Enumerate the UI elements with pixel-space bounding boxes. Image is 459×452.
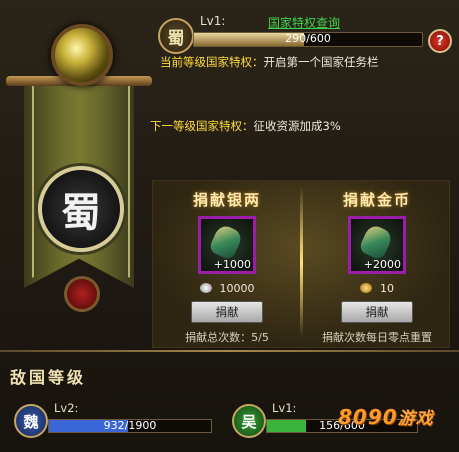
next-privilege-text: 征收资源加成3% — [253, 119, 341, 133]
gold-reward-qty: +2000 — [363, 258, 401, 271]
donate-gold-button[interactable]: 捐献 — [341, 301, 413, 323]
silver-coin-icon — [199, 283, 212, 293]
gold-cost-value: 10 — [380, 281, 394, 295]
donate-gold-section: 捐献金币 +2000 10 捐献 捐献次数每日零点重置 — [303, 181, 451, 345]
donate-gold-title: 捐献金币 — [342, 191, 411, 209]
help-button[interactable]: ? — [428, 29, 452, 53]
enemy-level-wei: Lv2: — [54, 401, 79, 415]
enemy-level-wu: Lv1: — [272, 401, 297, 415]
silver-donate-count: 捐献总次数：5/5 — [185, 331, 269, 344]
current-privilege-label: 当前等级国家特权： — [160, 55, 264, 69]
silver-cost-value: 10000 — [219, 281, 255, 295]
reward-gem-icon — [357, 222, 395, 262]
current-privilege-text: 开启第一个国家任务栏 — [263, 55, 379, 69]
nation-exp-bar: 290/600 — [193, 32, 423, 47]
current-privilege: 当前等级国家特权：开启第一个国家任务栏 — [160, 54, 379, 70]
enemy-level-title: 敌国等级 — [10, 368, 87, 387]
donate-silver-button[interactable]: 捐献 — [191, 301, 263, 323]
nation-badge: 蜀 — [158, 18, 194, 54]
silver-reward-qty: +1000 — [213, 258, 251, 271]
donation-panel: 捐献银两 +1000 10000 捐献 捐献总次数：5/5 捐献金币 +2000… — [152, 180, 450, 348]
reward-gem-icon — [207, 222, 245, 262]
silver-reward-item[interactable]: +1000 — [198, 216, 256, 274]
enemy-badge-wu: 吴 — [232, 404, 266, 438]
section-divider — [0, 350, 459, 352]
next-privilege-label: 下一等级国家特权： — [150, 119, 254, 133]
privilege-query-link[interactable]: 国家特权查询 — [268, 14, 340, 31]
enemy-badge-wei: 魏 — [14, 404, 48, 438]
gold-coin-icon — [360, 283, 372, 293]
nation-level: Lv1: — [200, 14, 226, 28]
nation-exp-text: 290/600 — [285, 32, 331, 45]
gold-cost: 10 — [303, 280, 451, 296]
nation-panel: 蜀 蜀 Lv1: 国家特权查询 290/600 ? 当前等级国家特权：开启第一个… — [0, 0, 459, 452]
gold-donate-note: 捐献次数每日零点重置 — [322, 331, 432, 344]
banner-jewel — [64, 276, 100, 312]
donate-silver-title: 捐献银两 — [192, 191, 261, 209]
watermark-cn: 游戏 — [397, 409, 434, 429]
silver-cost: 10000 — [153, 280, 301, 296]
nation-banner: 蜀 — [6, 18, 152, 312]
next-privilege: 下一等级国家特权：征收资源加成3% — [150, 118, 341, 134]
nation-emblem: 蜀 — [38, 166, 124, 252]
gold-reward-item[interactable]: +2000 — [348, 216, 406, 274]
site-watermark-logo: 8090游戏 — [338, 404, 434, 429]
enemy-exp-text-wei: 932/1900 — [103, 419, 157, 432]
watermark-number: 8090 — [338, 405, 398, 429]
donate-silver-section: 捐献银两 +1000 10000 捐献 捐献总次数：5/5 — [153, 181, 301, 345]
enemy-exp-bar-wei: 932/1900 — [48, 419, 212, 433]
banner-orb — [51, 24, 113, 86]
